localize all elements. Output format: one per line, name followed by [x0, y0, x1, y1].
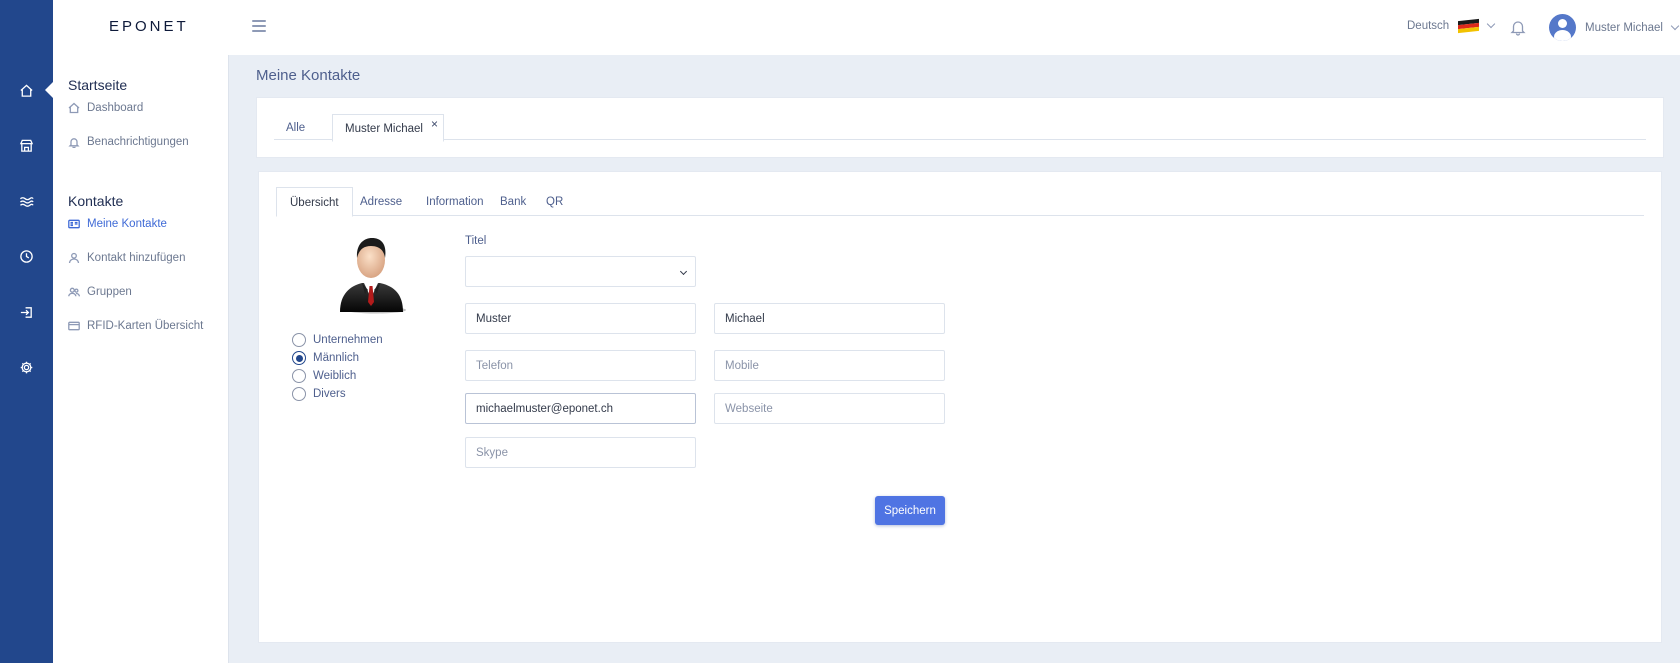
german-flag-icon: [1458, 18, 1480, 34]
firstname-field[interactable]: [714, 303, 945, 334]
group-icon: [68, 287, 80, 297]
store-icon[interactable]: [0, 130, 53, 160]
sidebar-item-label: Benachrichtigungen: [87, 136, 189, 148]
webseite-field[interactable]: [714, 393, 945, 424]
tab-uebersicht[interactable]: Übersicht: [276, 187, 353, 217]
waves-icon[interactable]: [0, 186, 53, 216]
radio-button[interactable]: [292, 333, 306, 347]
language-label: Deutsch: [1407, 20, 1450, 32]
title-select[interactable]: [465, 256, 696, 287]
radio-unternehmen[interactable]: Unternehmen: [292, 331, 383, 349]
radio-label: Divers: [313, 388, 346, 400]
page-title: Meine Kontakte: [256, 67, 361, 84]
menu-toggle-icon[interactable]: [252, 20, 266, 32]
chevron-down-icon: [679, 267, 688, 276]
sidebar-item-gruppen[interactable]: Gruppen: [68, 286, 132, 298]
tab-alle[interactable]: Alle: [274, 114, 317, 142]
chevron-down-icon: [1486, 19, 1496, 29]
contact-tab-strip: Alle Muster Michael ×: [274, 114, 1646, 142]
home-icon: [68, 102, 80, 114]
detail-tab-strip: Übersicht Adresse Information Bank QR: [276, 187, 1644, 217]
top-header: EPONET Deutsch Muster Michael: [53, 0, 1680, 55]
sidebar-section-kontakte: Kontakte: [68, 193, 124, 209]
businessman-avatar-icon[interactable]: [332, 232, 410, 314]
radio-divers[interactable]: Divers: [292, 385, 383, 403]
close-icon[interactable]: ×: [431, 117, 438, 131]
save-button[interactable]: Speichern: [875, 496, 945, 525]
skype-field[interactable]: [465, 437, 696, 468]
sidebar-item-meine-kontakte[interactable]: Meine Kontakte: [68, 218, 167, 230]
radio-button[interactable]: [292, 387, 306, 401]
radio-button-checked[interactable]: [292, 351, 306, 365]
radio-maennlich[interactable]: Männlich: [292, 349, 383, 367]
radio-weiblich[interactable]: Weiblich: [292, 367, 383, 385]
sidebar-item-kontakt-hinzufuegen[interactable]: Kontakt hinzufügen: [68, 252, 185, 264]
gender-radio-group: Unternehmen Männlich Weiblich Divers: [292, 331, 383, 403]
sidebar-item-dashboard[interactable]: Dashboard: [68, 102, 143, 114]
radio-label: Unternehmen: [313, 334, 383, 346]
language-selector[interactable]: Deutsch: [1407, 18, 1496, 34]
title-label: Titel: [465, 235, 487, 247]
sidebar-item-label: Kontakt hinzufügen: [87, 252, 186, 264]
bell-icon[interactable]: [1509, 18, 1527, 36]
tab-label: Muster Michael: [345, 123, 423, 135]
radio-button[interactable]: [292, 369, 306, 383]
tab-information[interactable]: Information: [413, 187, 497, 217]
contact-card-icon: [68, 219, 80, 229]
tab-qr[interactable]: QR: [533, 187, 576, 217]
eponet-logo[interactable]: EPONET: [109, 18, 189, 35]
card-icon: [68, 321, 80, 331]
bell-icon: [68, 138, 80, 148]
sidebar-item-label: Dashboard: [87, 102, 144, 114]
sidebar-section-startseite: Startseite: [68, 77, 128, 93]
gear-icon[interactable]: [0, 352, 53, 382]
user-menu[interactable]: Muster Michael: [1549, 14, 1680, 41]
tab-bank[interactable]: Bank: [487, 187, 539, 217]
contact-tabs-card: Alle Muster Michael ×: [256, 97, 1664, 158]
contact-detail-card: Übersicht Adresse Information Bank QR Un…: [258, 171, 1662, 643]
radio-label: Weiblich: [313, 370, 357, 382]
tab-muster-michael[interactable]: Muster Michael ×: [332, 114, 444, 142]
clock-icon[interactable]: [0, 241, 53, 271]
sidebar-item-label: Meine Kontakte: [87, 218, 167, 230]
sidebar-item-label: RFID-Karten Übersicht: [87, 320, 204, 332]
telefon-field[interactable]: [465, 350, 696, 381]
user-icon: [68, 252, 80, 264]
active-rail-pointer: [45, 82, 53, 98]
avatar: [1549, 14, 1576, 41]
email-field[interactable]: [465, 393, 696, 424]
lastname-field[interactable]: [465, 303, 696, 334]
sidebar-item-benachrichtigungen[interactable]: Benachrichtigungen: [68, 136, 189, 148]
login-icon[interactable]: [0, 297, 53, 327]
chevron-down-icon: [1670, 21, 1680, 30]
sidebar: Startseite Dashboard Benachrichtigungen …: [53, 55, 229, 663]
mobile-field[interactable]: [714, 350, 945, 381]
user-name: Muster Michael: [1585, 21, 1663, 34]
icon-rail: [0, 0, 53, 663]
sidebar-item-label: Gruppen: [87, 286, 132, 298]
tab-adresse[interactable]: Adresse: [347, 187, 415, 217]
radio-label: Männlich: [313, 352, 360, 364]
sidebar-item-rfid-karten[interactable]: RFID-Karten Übersicht: [68, 320, 203, 332]
